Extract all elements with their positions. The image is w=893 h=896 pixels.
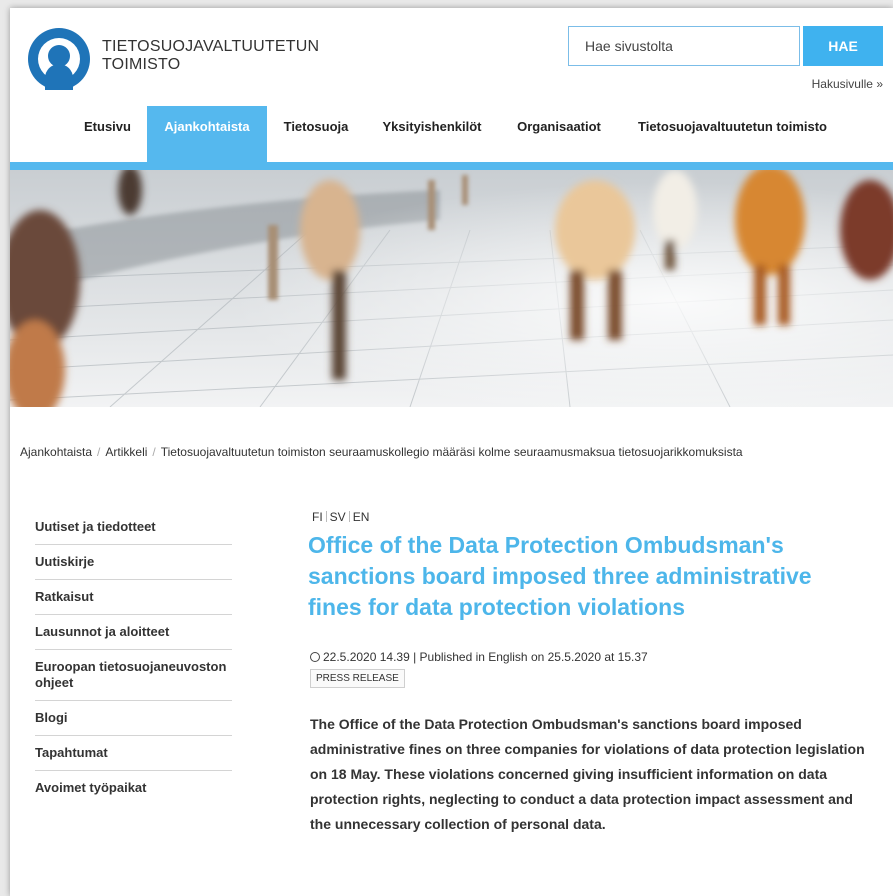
nav-item-ajankohtaista[interactable]: Ajankohtaista xyxy=(147,106,267,162)
sidebar-item-tapahtumat[interactable]: Tapahtumat xyxy=(35,736,232,771)
lang-en[interactable]: EN xyxy=(353,510,370,524)
logo-icon xyxy=(28,28,90,90)
nav-item-toimisto[interactable]: Tietosuojavaltuutetun toimisto xyxy=(625,106,840,162)
breadcrumb-item-artikkeli[interactable]: Artikkeli xyxy=(105,445,147,459)
article-date: 22.5.2020 14.39 | Published in English o… xyxy=(323,650,648,664)
sidebar-item-ratkaisut[interactable]: Ratkaisut xyxy=(35,580,232,615)
sidebar-item-uutiset[interactable]: Uutiset ja tiedotteet xyxy=(35,510,232,545)
lang-sv[interactable]: SV xyxy=(330,510,346,524)
breadcrumb-separator: / xyxy=(152,445,156,459)
article-title: Office of the Data Protection Ombudsman'… xyxy=(308,532,812,620)
nav-item-organisaatiot[interactable]: Organisaatiot xyxy=(507,106,611,162)
breadcrumb-item-ajankohtaista[interactable]: Ajankohtaista xyxy=(20,445,92,459)
page: TIETOSUOJAVALTUUTETUN TOIMISTO HAE Hakus… xyxy=(10,8,893,896)
article-lead: The Office of the Data Protection Ombuds… xyxy=(310,716,865,832)
category-badge[interactable]: PRESS RELEASE xyxy=(310,669,405,688)
nav-item-tietosuoja[interactable]: Tietosuoja xyxy=(276,106,356,162)
sidebar-item-uutiskirje[interactable]: Uutiskirje xyxy=(35,545,232,580)
nav-accent-bar xyxy=(10,162,893,170)
article-meta: 22.5.2020 14.39 | Published in English o… xyxy=(310,650,648,664)
sidebar-nav: Uutiset ja tiedotteet Uutiskirje Ratkais… xyxy=(35,510,232,805)
advanced-search-link[interactable]: Hakusivulle » xyxy=(812,77,883,91)
breadcrumb-separator: / xyxy=(97,445,101,459)
nav-item-etusivu[interactable]: Etusivu xyxy=(70,106,145,162)
nav-item-yksityishenkilot[interactable]: Yksityishenkilöt xyxy=(372,106,492,162)
lang-fi[interactable]: FI xyxy=(312,510,323,524)
main-nav: Etusivu Ajankohtaista Tietosuoja Yksityi… xyxy=(10,106,893,162)
brand-name: TIETOSUOJAVALTUUTETUN TOIMISTO xyxy=(102,38,319,74)
sidebar-item-lausunnot[interactable]: Lausunnot ja aloitteet xyxy=(35,615,232,650)
hero-image xyxy=(10,170,893,407)
sidebar-item-blogi[interactable]: Blogi xyxy=(35,701,232,736)
language-switcher: FI SV EN xyxy=(312,510,369,524)
brand-line-1: TIETOSUOJAVALTUUTETUN xyxy=(102,38,320,55)
sidebar-item-tyopaikat[interactable]: Avoimet työpaikat xyxy=(35,771,232,805)
sidebar-item-euroopan-ohjeet[interactable]: Euroopan tietosuojaneuvoston ohjeet xyxy=(35,650,232,701)
breadcrumb-current: Tietosuojavaltuutetun toimiston seuraamu… xyxy=(160,445,743,459)
site-logo[interactable]: TIETOSUOJAVALTUUTETUN TOIMISTO xyxy=(10,8,340,98)
hero-street-scene xyxy=(10,170,893,407)
search-button[interactable]: HAE xyxy=(803,26,883,66)
breadcrumb: Ajankohtaista / Artikkeli / Tietosuojavaltuu… xyxy=(20,445,743,459)
search-input[interactable] xyxy=(568,26,800,66)
clock-icon xyxy=(310,652,320,662)
brand-line-2: TOIMISTO xyxy=(102,56,181,73)
